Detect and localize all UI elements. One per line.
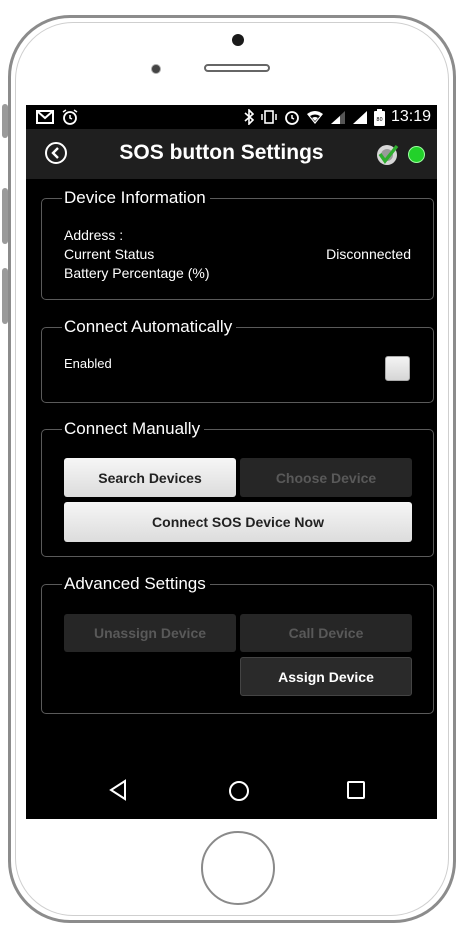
choose-device-button[interactable]: Choose Device (240, 458, 412, 497)
advanced-settings-group: Advanced Settings Unassign Device Call D… (41, 573, 434, 714)
gmail-icon (36, 110, 54, 124)
address-label: Address : (64, 227, 124, 243)
status-time: 13:19 (390, 108, 431, 125)
page-title: SOS button Settings (119, 141, 324, 164)
volume-up-button (2, 188, 8, 244)
assign-device-button[interactable]: Assign Device (240, 657, 412, 696)
bluetooth-icon (244, 109, 254, 125)
connect-automatically-legend: Connect Automatically (62, 316, 237, 338)
connect-sos-device-button[interactable]: Connect SOS Device Now (64, 502, 412, 542)
device-information-legend: Device Information (62, 187, 210, 209)
device-information-group: Device Information Address : Current Sta… (41, 187, 434, 300)
proximity-sensor (151, 64, 161, 74)
status-bar: 80 13:19 (26, 105, 437, 129)
nav-home-icon[interactable] (229, 781, 249, 801)
auto-connect-checkbox[interactable] (385, 356, 410, 381)
unassign-device-button[interactable]: Unassign Device (64, 614, 236, 652)
enabled-label: Enabled (64, 356, 112, 371)
signal-icon (330, 110, 345, 124)
connect-manually-legend: Connect Manually (62, 418, 205, 440)
alarm-icon (62, 109, 78, 125)
hardware-home-button[interactable] (201, 831, 275, 905)
current-status-value: Disconnected (326, 246, 411, 262)
mute-switch (2, 104, 8, 138)
connect-manually-group: Connect Manually Search Devices Choose D… (41, 418, 434, 557)
nav-recent-icon[interactable] (347, 781, 365, 799)
verified-check-icon (377, 144, 399, 165)
connect-automatically-group: Connect Automatically Enabled (41, 316, 434, 403)
earpiece-speaker (204, 64, 270, 72)
navigation-bar (26, 761, 437, 819)
connection-status-indicator (408, 146, 425, 163)
wifi-icon (306, 110, 323, 124)
front-camera (232, 34, 244, 46)
app-bar: SOS button Settings (26, 129, 437, 179)
alarm-icon (285, 111, 299, 125)
back-circle-icon[interactable] (44, 141, 68, 165)
volume-down-button (2, 268, 8, 324)
battery-icon: 80 (373, 108, 385, 126)
screen: 80 13:19 SOS button Settings Device Info… (26, 105, 437, 819)
current-status-label: Current Status (64, 246, 155, 262)
nav-back-icon[interactable] (108, 779, 130, 801)
signal-icon (352, 110, 367, 124)
search-devices-button[interactable]: Search Devices (64, 458, 236, 497)
call-device-button[interactable]: Call Device (240, 614, 412, 652)
svg-text:80: 80 (376, 117, 382, 123)
battery-percentage-label: Battery Percentage (%) (64, 265, 210, 281)
vibrate-icon (261, 110, 277, 124)
advanced-settings-legend: Advanced Settings (62, 573, 210, 595)
